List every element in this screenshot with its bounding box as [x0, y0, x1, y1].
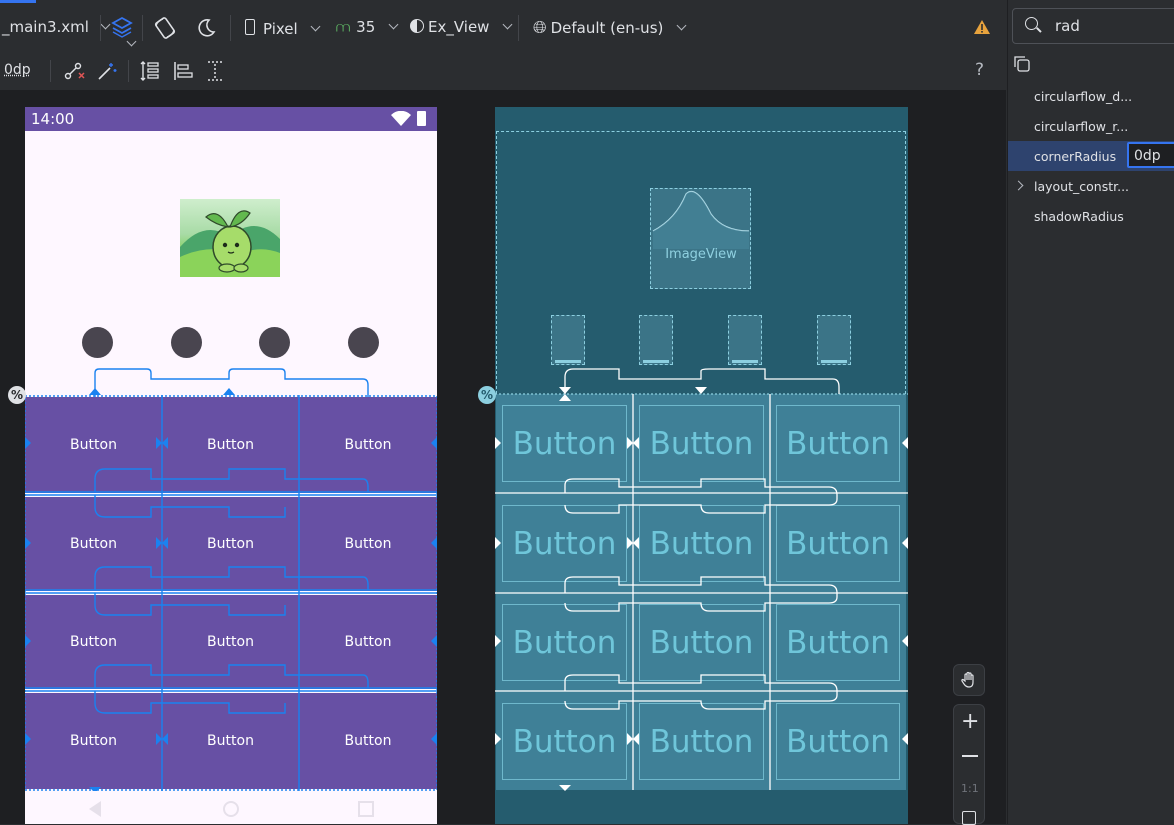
search-icon-handle	[1036, 27, 1042, 33]
phone-icon	[245, 19, 255, 35]
chevron-down-icon	[388, 19, 399, 30]
blueprint-constraint-overlay	[495, 368, 908, 791]
zoom-fit-icon[interactable]	[962, 811, 976, 825]
orientation-icon[interactable]	[153, 16, 177, 40]
attribute-circularflow-defaultradius[interactable]: circularflow_d...	[1034, 89, 1132, 104]
clear-constraints-icon[interactable]	[64, 61, 86, 81]
recents-icon	[358, 801, 374, 817]
search-input[interactable]: rad	[1055, 17, 1080, 35]
help-icon[interactable]: ?	[975, 60, 984, 80]
locale-dropdown[interactable]: 🌐︎ Default (en-us)	[533, 18, 687, 38]
file-tab-label: _main3.xml	[2, 18, 89, 36]
warning-icon[interactable]	[973, 19, 991, 35]
locale-label: Default (en-us)	[550, 19, 664, 37]
guidelines-icon[interactable]	[205, 60, 225, 82]
theme-label: Ex_View	[428, 18, 490, 36]
divider	[142, 15, 143, 41]
infer-constraints-icon[interactable]	[96, 61, 118, 81]
chevron-down-icon	[676, 20, 687, 31]
theme-dropdown[interactable]: Ex_View	[410, 18, 513, 36]
chevron-down-icon	[311, 21, 321, 32]
align-icon[interactable]	[173, 60, 193, 82]
zoom-out-icon[interactable]	[962, 755, 978, 757]
default-margin-field[interactable]: 0dp	[4, 62, 31, 78]
theme-icon	[410, 19, 424, 33]
divider	[518, 15, 519, 41]
progress-indicator	[0, 0, 36, 3]
chevron-down-icon	[502, 19, 513, 30]
divider	[128, 60, 129, 82]
cornerradius-value-field[interactable]: 0dp	[1127, 142, 1174, 168]
back-icon	[89, 801, 101, 817]
file-tab-dropdown[interactable]: _main3.xml	[2, 18, 111, 36]
home-icon	[223, 801, 239, 817]
device-dropdown[interactable]: Pixel	[245, 18, 321, 38]
zoom-controls: + 1:1	[953, 704, 985, 825]
attribute-layout-constraint[interactable]: layout_constr...	[1034, 179, 1129, 194]
percent-guideline-badge[interactable]: %	[478, 386, 496, 404]
zoom-in-icon[interactable]: +	[961, 709, 979, 734]
android-icon: ⩋	[336, 20, 351, 36]
percent-guideline-badge[interactable]: %	[8, 386, 26, 404]
attribute-search-field[interactable]: rad	[1012, 8, 1174, 44]
pan-hand-icon[interactable]	[953, 664, 985, 696]
blueprint-preview[interactable]: ImageView Button Button Button Button Bu…	[495, 107, 908, 824]
navigation-bar	[25, 791, 437, 824]
zoom-actual-size[interactable]: 1:1	[961, 782, 979, 795]
design-preview[interactable]: 14:00 Button Button Button Button Button…	[25, 107, 437, 824]
divider	[230, 15, 231, 41]
constraint-overlay	[25, 368, 437, 793]
chevron-down-icon	[126, 30, 137, 49]
globe-icon: 🌐︎	[533, 18, 547, 38]
divider	[100, 15, 101, 41]
pack-icon[interactable]	[140, 60, 160, 82]
attribute-cornerradius[interactable]: cornerRadius	[1034, 149, 1116, 164]
device-label: Pixel	[263, 20, 298, 38]
api-level-dropdown[interactable]: ⩋ 35	[336, 18, 399, 36]
collapse-all-icon[interactable]	[1014, 56, 1030, 72]
night-mode-icon[interactable]	[195, 17, 217, 39]
divider	[50, 60, 51, 82]
cornerradius-value: 0dp	[1134, 148, 1161, 164]
attribute-shadowradius[interactable]: shadowRadius	[1034, 209, 1124, 224]
chevron-down-icon	[100, 19, 111, 30]
api-level-label: 35	[356, 18, 376, 36]
attribute-circularflow-radius[interactable]: circularflow_r...	[1034, 119, 1128, 134]
